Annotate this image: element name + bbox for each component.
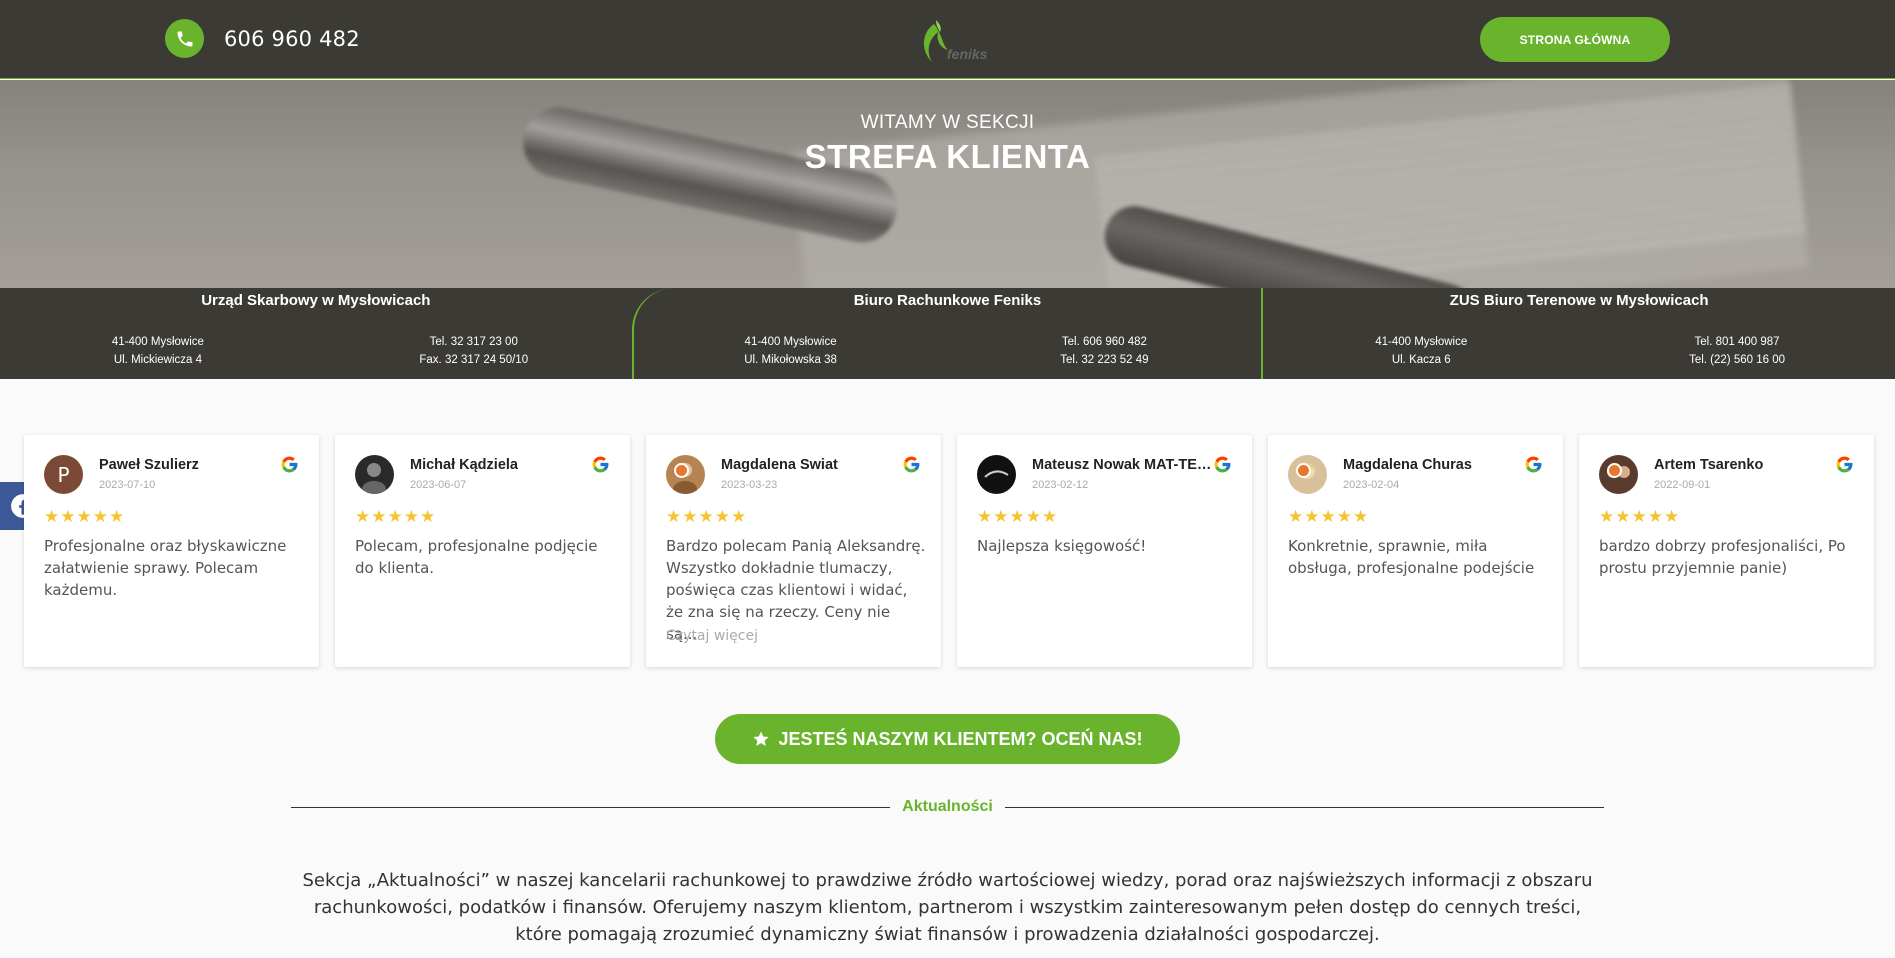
hero-title: STREFA KLIENTA	[804, 138, 1091, 175]
review-text: Najlepsza księgowość!	[977, 537, 1147, 555]
logo-wordmark: feniks	[947, 46, 988, 62]
office-tax-office: Urząd Skarbowy w Mysłowicach 41-400 Mysł…	[0, 288, 632, 379]
rate-us-button[interactable]: JESTEŚ NASZYM KLIENTEM? OCEŃ NAS!	[715, 714, 1180, 764]
office-title: Urząd Skarbowy w Mysłowicach	[201, 292, 431, 309]
office-phone-2[interactable]: Tel. 32 223 52 49	[947, 351, 1261, 369]
review-date: 2023-07-10	[99, 479, 156, 491]
home-button[interactable]: STRONA GŁÓWNA	[1480, 17, 1670, 62]
review-card: Magdalena Churas 2023-02-04 ★★★★★ Konkre…	[1268, 435, 1563, 667]
feniks-logo[interactable]: feniks	[912, 18, 987, 70]
review-date: 2023-02-12	[1032, 479, 1089, 491]
reviewer-name[interactable]: Artem Tsarenko	[1654, 457, 1839, 473]
hero-banner: WITAMY W SEKCJI STREFA KLIENTA	[0, 80, 1895, 288]
reviewer-name[interactable]: Paweł Szulierz	[99, 457, 284, 473]
google-icon	[592, 456, 609, 473]
news-intro: Sekcja „Aktualności” w naszej kancelarii…	[302, 870, 1593, 945]
local-guide-badge	[1296, 463, 1311, 478]
office-street: Ul. Mickiewicza 4	[113, 354, 202, 366]
local-guide-badge	[674, 463, 689, 478]
rating-stars: ★★★★★	[355, 507, 437, 527]
google-icon	[281, 456, 298, 473]
review-card: Mateusz Nowak MAT-TECH 2023-02-12 ★★★★★ …	[957, 435, 1252, 667]
star-icon	[753, 731, 770, 746]
office-street: Ul. Kacza 6	[1391, 354, 1451, 366]
rating-stars: ★★★★★	[44, 507, 126, 527]
review-text: Polecam, profesjonalne podjęcie do klien…	[355, 537, 598, 577]
review-date: 2023-06-07	[410, 479, 467, 491]
review-card: Artem Tsarenko 2022-09-01 ★★★★★ bardzo d…	[1579, 435, 1874, 667]
office-feniks: Biuro Rachunkowe Feniks 41-400 Mysłowice…	[631, 288, 1264, 379]
news-heading: Aktualności	[902, 798, 993, 815]
review-card: Michał Kądziela 2023-06-07 ★★★★★ Polecam…	[335, 435, 630, 667]
review-text: Profesjonalne oraz błyskawiczne załatwie…	[44, 537, 287, 599]
office-phone[interactable]: Tel. 32 317 23 00	[316, 333, 632, 351]
office-city: 41-400 Mysłowice	[111, 336, 204, 348]
rating-stars: ★★★★★	[1599, 507, 1681, 527]
avatar: P	[44, 455, 83, 494]
review-date: 2023-02-04	[1343, 479, 1400, 491]
review-text: Konkretnie, sprawnie, miła obsługa, prof…	[1288, 537, 1535, 577]
hero-subtitle: WITAMY W SEKCJI	[860, 112, 1035, 133]
google-icon	[903, 456, 920, 473]
office-phone[interactable]: Tel. 801 400 987	[1579, 333, 1895, 351]
rating-stars: ★★★★★	[977, 507, 1059, 527]
review-date: 2022-09-01	[1654, 479, 1711, 491]
office-city: 41-400 Mysłowice	[1375, 336, 1468, 348]
reviewer-name[interactable]: Magdalena Swiat	[721, 457, 906, 473]
reviewer-name[interactable]: Magdalena Churas	[1343, 457, 1528, 473]
offices-strip: Urząd Skarbowy w Mysłowicach 41-400 Mysł…	[0, 288, 1895, 379]
reviewer-name[interactable]: Mateusz Nowak MAT-TECH	[1032, 457, 1217, 473]
office-phone[interactable]: Tel. 606 960 482	[947, 333, 1261, 351]
google-icon	[1214, 456, 1231, 473]
rating-stars: ★★★★★	[1288, 507, 1370, 527]
avatar	[977, 455, 1016, 494]
office-fax: Fax. 32 317 24 50/10	[419, 354, 529, 366]
rating-stars: ★★★★★	[666, 507, 748, 527]
google-icon	[1836, 456, 1853, 473]
phone-number[interactable]: 606 960 482	[224, 27, 360, 51]
office-title: ZUS Biuro Terenowe w Mysłowicach	[1449, 292, 1709, 309]
review-date: 2023-03-23	[721, 479, 778, 491]
review-text: bardzo dobrzy profesjonaliści, Po prostu…	[1599, 537, 1846, 577]
phone-contact[interactable]: 606 960 482	[165, 19, 360, 58]
phone-icon	[165, 19, 204, 58]
top-header: 606 960 482 feniks STRONA GŁÓWNA	[0, 0, 1895, 79]
google-icon	[1525, 456, 1542, 473]
local-guide-badge	[1607, 463, 1622, 478]
office-title: Biuro Rachunkowe Feniks	[853, 292, 1042, 309]
reviewer-name[interactable]: Michał Kądziela	[410, 457, 595, 473]
rate-us-label: JESTEŚ NASZYM KLIENTEM? OCEŃ NAS!	[778, 728, 1143, 749]
google-reviews: P Paweł Szulierz 2023-07-10 ★★★★★ Profes…	[24, 435, 1874, 667]
news-divider: Aktualności	[291, 796, 1604, 818]
avatar	[355, 455, 394, 494]
office-city: 41-400 Mysłowice	[744, 336, 837, 348]
office-zus: ZUS Biuro Terenowe w Mysłowicach 41-400 …	[1263, 288, 1895, 379]
office-phone-2[interactable]: Tel. (22) 560 16 00	[1579, 351, 1895, 369]
review-card: Magdalena Swiat 2023-03-23 ★★★★★ Bardzo …	[646, 435, 941, 667]
office-street: Ul. Mikołowska 38	[744, 354, 837, 366]
read-more-link[interactable]: Czytaj więcej	[666, 628, 758, 644]
review-card: P Paweł Szulierz 2023-07-10 ★★★★★ Profes…	[24, 435, 319, 667]
